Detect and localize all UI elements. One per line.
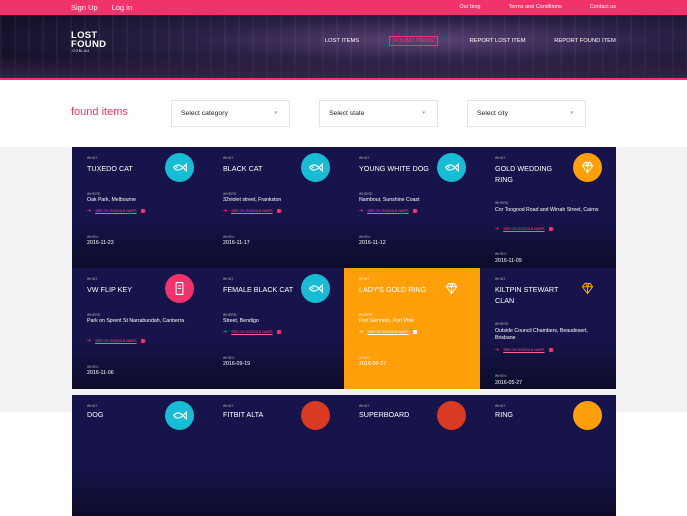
arrow-right-icon: ➔ — [495, 226, 500, 232]
arrow-right-icon: ➔ — [223, 329, 228, 335]
nav-found-items[interactable]: FOUND ITEMS — [389, 36, 438, 46]
nav-report-found[interactable]: REPORT FOUND ITEM — [553, 36, 617, 46]
chevron-down-icon: ▾ — [274, 110, 277, 116]
external-link-icon — [276, 209, 281, 213]
diamond-icon — [573, 401, 602, 430]
fish-icon — [165, 401, 194, 430]
nav-report-lost[interactable]: REPORT LOST ITEM — [466, 36, 529, 46]
google-maps-link[interactable]: ➔ SEE ON GOOGLE MAPS — [223, 329, 281, 335]
item-card[interactable]: WHAT: FITBIT ALTA — [208, 395, 344, 516]
fish-icon — [301, 274, 330, 303]
item-card[interactable]: WHAT: BLACK CAT WHERE: 32violet street, … — [208, 147, 344, 268]
external-link-icon — [548, 227, 553, 231]
google-maps-link[interactable]: ➔ SEE ON GOOGLE MAPS — [359, 329, 417, 335]
diamond-icon — [573, 274, 602, 303]
external-link-icon — [140, 209, 145, 213]
arrow-right-icon: ➔ — [87, 208, 92, 214]
google-maps-link[interactable]: ➔ SEE ON GOOGLE MAPS — [87, 338, 145, 344]
item-card[interactable]: WHAT: VW FLIP KEY WHERE: Park on Sprent … — [72, 268, 208, 389]
diamond-icon — [573, 153, 602, 182]
fish-icon — [437, 153, 466, 182]
item-card[interactable]: WHAT: FEMALE BLACK CAT WHERE: Street, Be… — [208, 268, 344, 389]
item-card[interactable]: WHAT: RING — [480, 395, 616, 516]
google-maps-link[interactable]: ➔ SEE ON GOOGLE MAPS — [359, 208, 417, 214]
arrow-right-icon: ➔ — [223, 208, 228, 214]
our-blog-link[interactable]: Our blog — [459, 4, 480, 10]
diamond-icon — [437, 274, 466, 303]
filter-bar: found items Select category ▾ Select stat… — [0, 80, 687, 147]
external-link-icon — [140, 339, 145, 343]
state-select[interactable]: Select state ▾ — [319, 100, 438, 127]
generic-icon — [437, 401, 466, 430]
arrow-right-icon: ➔ — [359, 329, 364, 335]
arrow-right-icon: ➔ — [87, 338, 92, 344]
generic-icon — [301, 401, 330, 430]
external-link-icon — [276, 330, 281, 334]
terms-link[interactable]: Terms and Conditions — [509, 4, 562, 10]
fish-icon — [165, 153, 194, 182]
sign-up-link[interactable]: Sign Up — [71, 3, 98, 12]
nav-lost-items[interactable]: LOST ITEMS — [321, 36, 363, 46]
chevron-down-icon: ▾ — [422, 110, 425, 116]
item-card[interactable]: WHAT: YOUNG WHITE DOG WHERE: Nambour, Su… — [344, 147, 480, 268]
page-title: found items — [71, 106, 128, 118]
arrow-right-icon: ➔ — [495, 347, 500, 353]
item-card-selected[interactable]: WHAT: LADY'S GOLD RING WHERE: Port Germe… — [344, 268, 480, 389]
google-maps-link[interactable]: ➔ SEE ON GOOGLE MAPS — [87, 208, 145, 214]
item-card[interactable]: WHAT: SUPERBOARD — [344, 395, 480, 516]
site-logo[interactable]: LOST FOUND .COM.AU — [71, 31, 106, 54]
chevron-down-icon: ▾ — [570, 110, 573, 116]
external-link-icon — [412, 209, 417, 213]
item-card[interactable]: WHAT: KILTPIN STEWART CLAN WHERE: Outsid… — [480, 268, 616, 389]
category-select[interactable]: Select category ▾ — [171, 100, 290, 127]
external-link-icon — [412, 330, 417, 334]
google-maps-link[interactable]: ➔ SEE ON GOOGLE MAPS — [495, 347, 553, 353]
log-in-link[interactable]: Log in — [112, 3, 132, 12]
item-card[interactable]: WHAT: GOLD WEDDING RING WHERE: Cnr Toogo… — [480, 147, 616, 268]
hero-header: LOST FOUND .COM.AU LOST ITEMS FOUND ITEM… — [0, 15, 687, 78]
arrow-right-icon: ➔ — [359, 208, 364, 214]
google-maps-link[interactable]: ➔ SEE ON GOOGLE MAPS — [223, 208, 281, 214]
city-select[interactable]: Select city ▾ — [467, 100, 586, 127]
contact-link[interactable]: Contact us — [590, 4, 616, 10]
fish-icon — [301, 153, 330, 182]
item-card[interactable]: WHAT: DOG — [72, 395, 208, 516]
external-link-icon — [548, 348, 553, 352]
item-card[interactable]: WHAT: TUXEDO CAT WHERE: Oak Park, Melbou… — [72, 147, 208, 268]
phone-icon — [165, 274, 194, 303]
google-maps-link[interactable]: ➔ SEE ON GOOGLE MAPS — [495, 226, 553, 232]
top-bar: Sign Up Log in Our blog Terms and Condit… — [0, 0, 687, 15]
